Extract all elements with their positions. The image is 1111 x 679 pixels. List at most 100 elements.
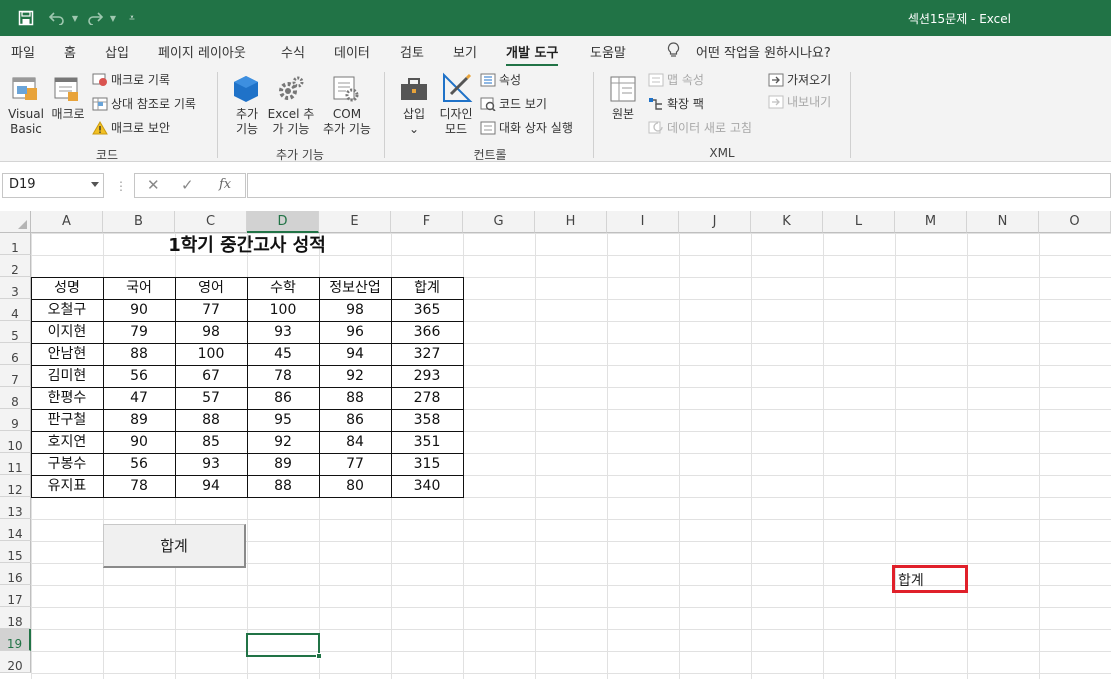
table-cell[interactable]: 80 [319,475,391,497]
design-mode-button[interactable]: 디자인 모드 [435,107,477,137]
tell-me-search[interactable]: 어떤 작업을 원하시나요? [696,42,831,61]
selected-cell-d19[interactable] [246,633,322,659]
table-cell[interactable]: 92 [247,431,319,453]
table-cell[interactable]: 88 [103,343,175,365]
table-header-cell[interactable]: 수학 [247,277,319,299]
table-cell[interactable]: 98 [175,321,247,343]
table-cell[interactable]: 오철구 [31,299,103,321]
refresh-data-button[interactable]: 데이터 새로 고침 [667,121,752,136]
table-header-cell[interactable]: 국어 [103,277,175,299]
table-cell[interactable]: 93 [175,453,247,475]
table-cell[interactable]: 351 [391,431,463,453]
relative-reference-button[interactable]: 상대 참조로 기록 [111,97,196,112]
run-dialog-button[interactable]: 대화 상자 실행 [499,121,573,136]
table-cell[interactable]: 판구철 [31,409,103,431]
com-addins-button[interactable]: COM 추가 기능 [318,107,376,137]
expansion-packs-button[interactable]: 확장 팩 [667,97,704,112]
table-cell[interactable]: 327 [391,343,463,365]
name-box[interactable]: D19 [2,173,104,198]
tab-help[interactable]: 도움말 [590,42,626,61]
formula-input[interactable] [247,173,1111,198]
table-cell[interactable]: 93 [247,321,319,343]
table-header-cell[interactable]: 성명 [31,277,103,299]
table-cell[interactable]: 구봉수 [31,453,103,475]
tab-developer[interactable]: 개발 도구 [506,42,559,67]
table-cell[interactable]: 366 [391,321,463,343]
table-cell[interactable]: 88 [319,387,391,409]
export-button[interactable]: 내보내기 [787,95,831,110]
insert-control-button[interactable]: 삽입 ⌄ [394,107,434,137]
tab-page-layout[interactable]: 페이지 레이아웃 [158,42,246,61]
table-header-cell[interactable]: 정보산업 [319,277,391,299]
table-cell[interactable]: 57 [175,387,247,409]
table-cell[interactable]: 안남현 [31,343,103,365]
table-cell[interactable]: 278 [391,387,463,409]
map-properties-button[interactable]: 맵 속성 [667,73,704,88]
table-cell[interactable]: 유지표 [31,475,103,497]
tab-insert[interactable]: 삽입 [105,42,129,61]
table-cell[interactable]: 77 [319,453,391,475]
table-cell[interactable]: 56 [103,453,175,475]
import-button[interactable]: 가져오기 [787,73,831,88]
table-cell[interactable]: 47 [103,387,175,409]
tab-view[interactable]: 보기 [453,42,477,61]
table-cell[interactable]: 88 [175,409,247,431]
table-cell[interactable]: 86 [247,387,319,409]
table-cell[interactable]: 315 [391,453,463,475]
redo-icon[interactable] [84,7,106,29]
table-cell[interactable]: 100 [175,343,247,365]
table-cell[interactable]: 78 [103,475,175,497]
cancel-icon[interactable]: ✕ [147,176,160,194]
cell-m16-highlight[interactable]: 합계 [892,565,968,593]
table-cell[interactable]: 77 [175,299,247,321]
tab-review[interactable]: 검토 [400,42,424,61]
table-cell[interactable]: 67 [175,365,247,387]
table-cell[interactable]: 이지현 [31,321,103,343]
table-cell[interactable]: 365 [391,299,463,321]
formula-bar-grip-icon[interactable]: ⋮ [115,179,127,193]
table-cell[interactable]: 호지연 [31,431,103,453]
table-cell[interactable]: 86 [319,409,391,431]
table-cell[interactable]: 56 [103,365,175,387]
excel-addins-button[interactable]: Excel 추 가 기능 [266,107,316,137]
worksheet-grid[interactable]: ABCDEFGHIJKLMNO 1 2 3 4 5 6 7 8 9 10 11 12 13 14 15 16 1… [0,211,1111,679]
table-cell[interactable]: 79 [103,321,175,343]
fill-handle[interactable] [316,653,322,659]
table-cell[interactable]: 김미현 [31,365,103,387]
undo-dropdown-icon[interactable]: ▼ [70,7,80,29]
table-cell[interactable]: 95 [247,409,319,431]
table-cell[interactable]: 한평수 [31,387,103,409]
macro-security-button[interactable]: 매크로 보안 [111,121,170,136]
table-cell[interactable]: 89 [247,453,319,475]
customize-qat-icon[interactable]: ⩡ [126,7,138,29]
name-box-dropdown-icon[interactable] [91,182,99,187]
visual-basic-button[interactable]: Visual Basic [6,107,46,137]
sum-button[interactable]: 합계 [103,524,246,568]
table-cell[interactable]: 78 [247,365,319,387]
table-cell[interactable]: 90 [103,299,175,321]
table-cell[interactable]: 84 [319,431,391,453]
table-cell[interactable]: 98 [319,299,391,321]
properties-button[interactable]: 속성 [499,73,521,88]
record-macro-button[interactable]: 매크로 기록 [111,73,170,88]
addins-button[interactable]: 추가 기능 [226,107,268,137]
table-cell[interactable]: 90 [103,431,175,453]
table-cell[interactable]: 45 [247,343,319,365]
xml-source-button[interactable]: 원본 [603,107,643,122]
table-cell[interactable]: 88 [247,475,319,497]
table-header-cell[interactable]: 영어 [175,277,247,299]
table-cell[interactable]: 92 [319,365,391,387]
table-header-cell[interactable]: 합계 [391,277,463,299]
view-code-button[interactable]: 코드 보기 [499,97,547,112]
table-cell[interactable]: 293 [391,365,463,387]
tab-home[interactable]: 홈 [64,42,76,61]
table-cell[interactable]: 96 [319,321,391,343]
tab-file[interactable]: 파일 [11,42,35,61]
undo-icon[interactable] [46,7,68,29]
save-icon[interactable] [14,7,38,29]
table-cell[interactable]: 100 [247,299,319,321]
tab-data[interactable]: 데이터 [334,42,370,61]
enter-icon[interactable]: ✓ [181,176,194,194]
table-cell[interactable]: 94 [319,343,391,365]
table-cell[interactable]: 85 [175,431,247,453]
